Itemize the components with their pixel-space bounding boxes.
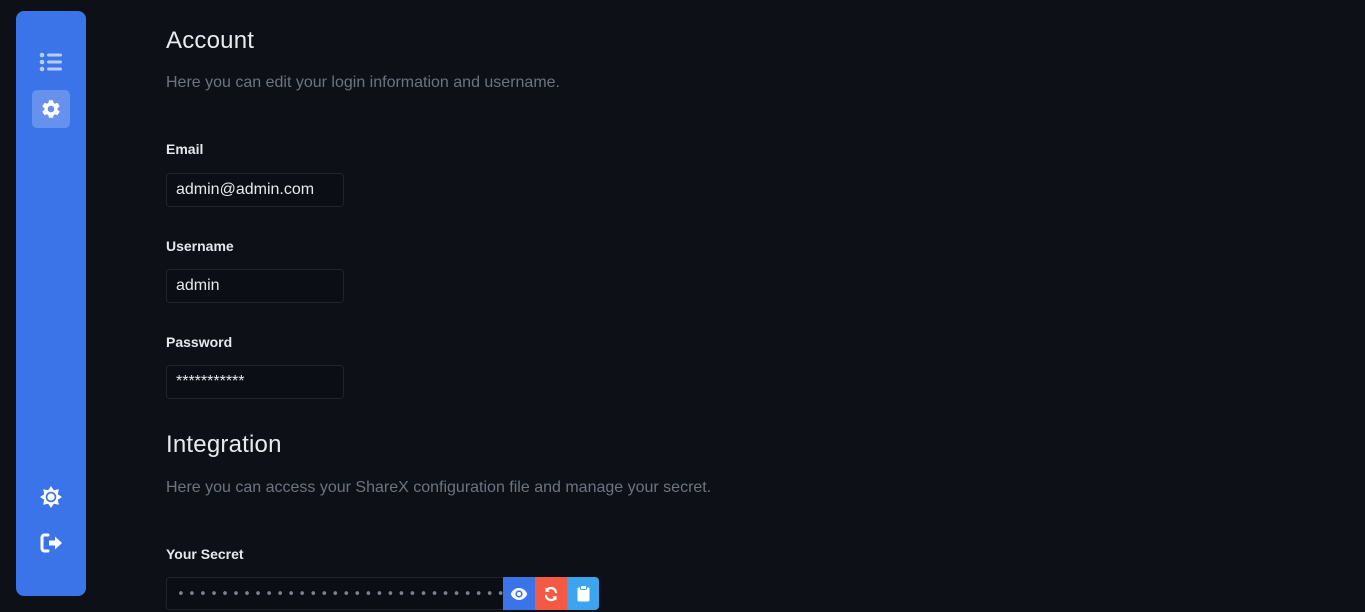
refresh-icon bbox=[544, 586, 558, 601]
eye-icon bbox=[510, 587, 528, 600]
clipboard-icon bbox=[577, 585, 589, 602]
sidebar-item-settings[interactable] bbox=[32, 90, 70, 128]
secret-label: Your Secret bbox=[166, 546, 244, 562]
secret-field-group: •••••••••••••••••••••••••••••••• bbox=[166, 577, 599, 610]
account-title: Account bbox=[166, 27, 255, 54]
list-icon bbox=[39, 52, 62, 72]
show-secret-button[interactable] bbox=[503, 577, 535, 610]
sidebar-item-files[interactable] bbox=[32, 43, 70, 81]
username-field[interactable] bbox=[166, 269, 344, 303]
gear-icon bbox=[42, 100, 60, 118]
password-label: Password bbox=[166, 334, 233, 350]
copy-secret-button[interactable] bbox=[567, 577, 599, 610]
settings-page: Account Here you can edit your login inf… bbox=[166, 0, 1365, 612]
sidebar bbox=[16, 11, 86, 596]
email-label: Email bbox=[166, 141, 204, 157]
password-field[interactable] bbox=[166, 365, 344, 399]
email-field[interactable] bbox=[166, 173, 344, 207]
account-description: Here you can edit your login information… bbox=[166, 74, 560, 91]
theme-toggle-icon bbox=[40, 486, 62, 508]
logout-button[interactable] bbox=[32, 524, 70, 562]
integration-title: Integration bbox=[166, 431, 282, 458]
theme-toggle-button[interactable] bbox=[32, 478, 70, 516]
regenerate-secret-button[interactable] bbox=[535, 577, 567, 610]
username-label: Username bbox=[166, 238, 234, 254]
logout-icon bbox=[40, 533, 62, 553]
secret-field[interactable]: •••••••••••••••••••••••••••••••• bbox=[166, 577, 503, 610]
integration-description: Here you can access your ShareX configur… bbox=[166, 479, 712, 496]
